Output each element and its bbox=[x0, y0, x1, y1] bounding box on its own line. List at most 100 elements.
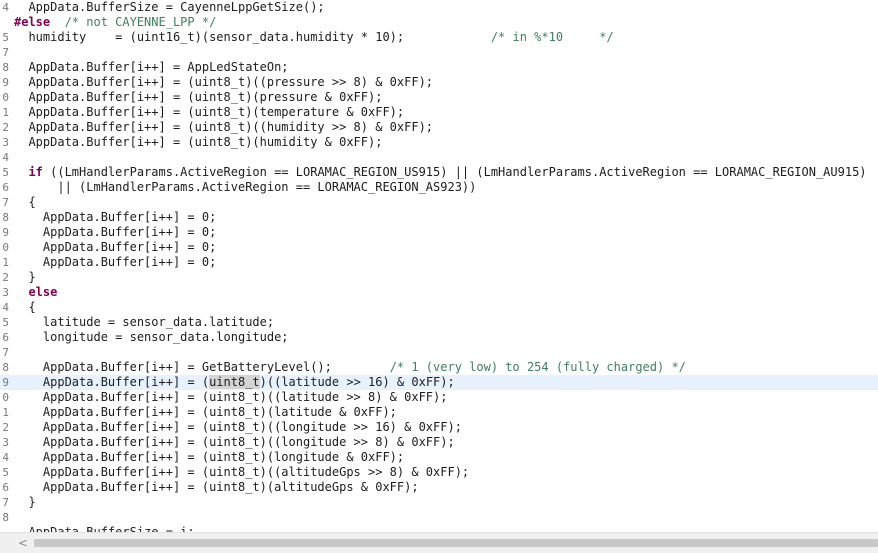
code-token: AppData.Buffer[i++] = (uint8_t)((latitud… bbox=[14, 390, 448, 404]
line-number: 5 bbox=[2, 166, 9, 179]
code-line[interactable]: 7 { bbox=[0, 195, 878, 210]
code-line[interactable]: #else /* not CAYENNE_LPP */ bbox=[0, 15, 878, 30]
code-line[interactable]: 1 AppData.Buffer[i++] = 0; bbox=[0, 255, 878, 270]
keyword-token: if bbox=[28, 165, 43, 179]
comment-token: /* in %*10 */ bbox=[490, 30, 614, 44]
code-text: { bbox=[14, 195, 35, 210]
code-token: AppData.Buffer[i++] = (uint8_t)(humidity… bbox=[14, 135, 383, 149]
code-line[interactable]: 4 AppData.Buffer[i++] = (uint8_t)(longit… bbox=[0, 450, 878, 465]
code-text: { bbox=[14, 300, 35, 315]
code-token: longitude = sensor_data.longitude; bbox=[14, 330, 289, 344]
code-line[interactable]: 2 AppData.Buffer[i++] = (uint8_t)((longi… bbox=[0, 420, 878, 435]
line-number: 2 bbox=[2, 421, 9, 434]
code-token: )((latitude >> 16) & 0xFF); bbox=[259, 375, 455, 389]
code-token: AppData.Buffer[i++] = (uint8_t)(latitude… bbox=[14, 405, 397, 419]
code-line[interactable]: AppData.BufferSize = i; bbox=[0, 525, 878, 532]
code-line[interactable]: 1 AppData.Buffer[i++] = (uint8_t)(temper… bbox=[0, 105, 878, 120]
code-token: ((LmHandlerParams.ActiveRegion == LORAMA… bbox=[42, 165, 867, 179]
scrollbar-thumb[interactable] bbox=[34, 539, 878, 547]
code-text: humidity = (uint16_t)(sensor_data.humidi… bbox=[14, 30, 614, 45]
code-text: AppData.BufferSize = CayenneLppGetSize()… bbox=[14, 0, 324, 15]
code-text: AppData.Buffer[i++] = (uint8_t)(humidity… bbox=[14, 135, 382, 150]
line-number: 3 bbox=[2, 436, 9, 449]
code-text: AppData.Buffer[i++] = AppLedStateOn; bbox=[14, 60, 289, 75]
code-text: longitude = sensor_data.longitude; bbox=[14, 330, 289, 345]
code-line[interactable]: 3 AppData.Buffer[i++] = (uint8_t)(humidi… bbox=[0, 135, 878, 150]
code-text: latitude = sensor_data.latitude; bbox=[14, 315, 274, 330]
line-number: 6 bbox=[2, 181, 9, 194]
code-line[interactable]: 8 AppData.Buffer[i++] = 0; bbox=[0, 210, 878, 225]
code-token: humidity = (uint16_t)(sensor_data.humidi… bbox=[14, 30, 491, 44]
code-line[interactable]: 5 AppData.Buffer[i++] = (uint8_t)((altit… bbox=[0, 465, 878, 480]
code-line[interactable]: 4 AppData.BufferSize = CayenneLppGetSize… bbox=[0, 0, 878, 15]
code-line[interactable]: 8 bbox=[0, 510, 878, 525]
highlighted-occurrence: uint8_t bbox=[209, 375, 260, 389]
code-line[interactable]: 2 AppData.Buffer[i++] = (uint8_t)((humid… bbox=[0, 120, 878, 135]
code-line[interactable]: 6 AppData.Buffer[i++] = (uint8_t)(altitu… bbox=[0, 480, 878, 495]
code-line[interactable]: 0 AppData.Buffer[i++] = (uint8_t)(pressu… bbox=[0, 90, 878, 105]
code-line[interactable]: 0 AppData.Buffer[i++] = 0; bbox=[0, 240, 878, 255]
code-line[interactable]: 5 latitude = sensor_data.latitude; bbox=[0, 315, 878, 330]
chevron-left-icon[interactable]: < bbox=[16, 536, 30, 550]
code-text: AppData.Buffer[i++] = (uint8_t)((longitu… bbox=[14, 435, 455, 450]
line-number: 6 bbox=[2, 481, 9, 494]
code-line[interactable]: 8 AppData.Buffer[i++] = GetBatteryLevel(… bbox=[0, 360, 878, 375]
line-number: 6 bbox=[2, 331, 9, 344]
line-number: 7 bbox=[2, 346, 9, 359]
code-line[interactable]: 4 { bbox=[0, 300, 878, 315]
code-token: AppData.Buffer[i++] = AppLedStateOn; bbox=[14, 60, 289, 74]
code-text: AppData.Buffer[i++] = (uint8_t)((pressur… bbox=[14, 75, 433, 90]
code-token: } bbox=[14, 495, 36, 509]
code-text: AppData.Buffer[i++] = 0; bbox=[14, 225, 216, 240]
line-number: 0 bbox=[2, 391, 9, 404]
code-text: AppData.BufferSize = i; bbox=[14, 525, 194, 532]
line-number: 4 bbox=[2, 451, 9, 464]
line-number: 8 bbox=[2, 511, 9, 524]
code-text: AppData.Buffer[i++] = GetBatteryLevel();… bbox=[14, 360, 686, 375]
current-code-line[interactable]: 9 AppData.Buffer[i++] = (uint8_t)((latit… bbox=[0, 375, 878, 390]
code-editor[interactable]: 4 AppData.BufferSize = CayenneLppGetSize… bbox=[0, 0, 878, 532]
line-number: 8 bbox=[2, 361, 9, 374]
code-token: AppData.Buffer[i++] = (uint8_t)((altitud… bbox=[14, 465, 470, 479]
code-token: || (LmHandlerParams.ActiveRegion == LORA… bbox=[14, 180, 477, 194]
code-text: } bbox=[14, 495, 36, 510]
line-number: 9 bbox=[2, 76, 9, 89]
code-text: AppData.Buffer[i++] = (uint8_t)(temperat… bbox=[14, 105, 404, 120]
code-text: AppData.Buffer[i++] = (uint8_t)((longitu… bbox=[14, 420, 462, 435]
code-line[interactable]: 3 else bbox=[0, 285, 878, 300]
code-line[interactable]: 7 } bbox=[0, 495, 878, 510]
code-line[interactable]: 1 AppData.Buffer[i++] = (uint8_t)(latitu… bbox=[0, 405, 878, 420]
code-text: #else /* not CAYENNE_LPP */ bbox=[14, 15, 216, 30]
code-line[interactable]: 8 AppData.Buffer[i++] = AppLedStateOn; bbox=[0, 60, 878, 75]
code-line[interactable]: 7 bbox=[0, 345, 878, 360]
code-token: AppData.Buffer[i++] = (uint8_t)((longitu… bbox=[14, 435, 455, 449]
code-line[interactable]: 6 || (LmHandlerParams.ActiveRegion == LO… bbox=[0, 180, 878, 195]
code-text: AppData.Buffer[i++] = 0; bbox=[14, 255, 216, 270]
line-number: 4 bbox=[2, 301, 9, 314]
code-line[interactable]: 2 } bbox=[0, 270, 878, 285]
code-text: AppData.Buffer[i++] = (uint8_t)((altitud… bbox=[14, 465, 469, 480]
code-line[interactable]: 6 longitude = sensor_data.longitude; bbox=[0, 330, 878, 345]
code-text: || (LmHandlerParams.ActiveRegion == LORA… bbox=[14, 180, 476, 195]
comment-token: /* not CAYENNE_LPP */ bbox=[64, 15, 217, 29]
line-number: 1 bbox=[2, 406, 9, 419]
code-line[interactable]: 9 AppData.Buffer[i++] = (uint8_t)((press… bbox=[0, 75, 878, 90]
line-number: 9 bbox=[2, 376, 9, 389]
code-token: AppData.Buffer[i++] = 0; bbox=[14, 240, 217, 254]
code-line[interactable]: 7 bbox=[0, 45, 878, 60]
code-line[interactable]: 4 bbox=[0, 150, 878, 165]
horizontal-scrollbar[interactable]: < bbox=[0, 532, 878, 553]
code-line[interactable]: 0 AppData.Buffer[i++] = (uint8_t)((latit… bbox=[0, 390, 878, 405]
code-line[interactable]: 5 humidity = (uint16_t)(sensor_data.humi… bbox=[0, 30, 878, 45]
code-line[interactable]: 3 AppData.Buffer[i++] = (uint8_t)((longi… bbox=[0, 435, 878, 450]
code-line[interactable]: 9 AppData.Buffer[i++] = 0; bbox=[0, 225, 878, 240]
line-number: 5 bbox=[2, 316, 9, 329]
code-line[interactable]: 5 if ((LmHandlerParams.ActiveRegion == L… bbox=[0, 165, 878, 180]
line-number: 5 bbox=[2, 31, 9, 44]
code-text: AppData.Buffer[i++] = (uint8_t)((humidit… bbox=[14, 120, 433, 135]
code-token: AppData.Buffer[i++] = 0; bbox=[14, 255, 217, 269]
code-text: } bbox=[14, 270, 35, 285]
line-number: 7 bbox=[2, 196, 9, 209]
